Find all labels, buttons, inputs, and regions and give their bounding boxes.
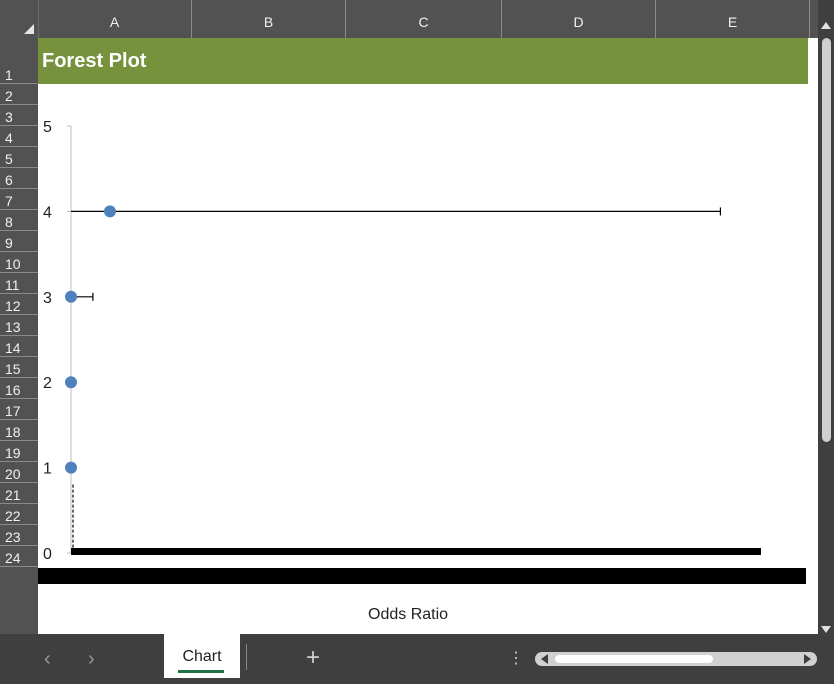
select-all-triangle-icon [24,24,34,34]
y-tick-label: 1 [43,461,52,478]
scroll-left-icon[interactable] [541,654,548,664]
row-label: 3 [5,109,13,125]
add-sheet-icon[interactable]: + [306,644,320,672]
column-label: B [263,14,274,30]
worksheet-grid[interactable]: Forest Plot 0 1 2 3 4 5 Odds Ratio [38,38,818,634]
column-header-c[interactable]: C [346,0,502,38]
x-axis-title: Odds Ratio [368,606,448,623]
y-tick-label: 2 [43,375,52,392]
x-tick-labels-overlap [38,568,806,584]
row-label: 5 [5,151,13,167]
horizontal-scrollbar[interactable] [535,652,817,666]
row-header: 1 2 3 4 5 6 7 8 9 10 11 12 13 14 15 16 17 18 19 20 21 22 23 24 [0,38,38,634]
select-all-corner[interactable] [0,0,39,38]
row-header-4[interactable]: 4 [0,126,38,147]
scroll-down-icon[interactable] [821,626,831,633]
row-label: 13 [5,319,21,335]
row-label: 10 [5,256,21,272]
row-header-22[interactable]: 22 [0,504,38,525]
row-header-9[interactable]: 9 [0,231,38,252]
tab-chart[interactable]: Chart [164,634,240,678]
row-label: 1 [5,67,13,83]
data-point [103,205,116,218]
row-header-15[interactable]: 15 [0,357,38,378]
title-cell[interactable]: Forest Plot [38,38,808,84]
column-header-e[interactable]: E [656,0,810,38]
column-header-d[interactable]: D [502,0,656,38]
row-label: 23 [5,529,21,545]
row-label: 17 [5,403,21,419]
more-options-icon[interactable]: ⋮ [508,648,524,668]
tab-label: Chart [182,648,222,665]
column-label: A [109,14,120,30]
row-label: 7 [5,193,13,209]
next-sheet-icon[interactable]: › [88,648,95,671]
data-point [65,376,77,389]
scroll-right-icon[interactable] [804,654,811,664]
column-label: C [418,14,429,30]
row-header-3[interactable]: 3 [0,105,38,126]
row-label: 18 [5,424,21,440]
row-header-1[interactable]: 1 [0,38,38,84]
column-label: E [727,14,738,30]
row-label: 22 [5,508,21,524]
column-header: A B C D E [0,0,818,38]
row-header-17[interactable]: 17 [0,399,38,420]
y-tick-label: 5 [43,119,52,136]
y-tick-label: 4 [43,204,52,221]
row-header-14[interactable]: 14 [0,336,38,357]
row-header-18[interactable]: 18 [0,420,38,441]
y-tick-label: 3 [43,290,52,307]
horizontal-scroll-thumb[interactable] [555,655,713,663]
data-point [65,461,77,474]
row-label: 16 [5,382,21,398]
row-label: 12 [5,298,21,314]
vertical-scroll-thumb[interactable] [822,38,831,442]
column-label: D [573,14,584,30]
sheet-title: Forest Plot [42,50,147,72]
row-header-5[interactable]: 5 [0,147,38,168]
active-tab-indicator [178,670,224,673]
row-label: 11 [5,277,20,293]
spreadsheet-window: A B C D E 1 2 3 4 5 6 7 8 9 10 11 12 13 14 15 16 17 18 19 2… [0,0,834,684]
row-label: 8 [5,214,13,230]
data-point [65,290,77,303]
row-label: 6 [5,172,13,188]
row-header-6[interactable]: 6 [0,168,38,189]
column-header-a[interactable]: A [38,0,192,38]
row-header-21[interactable]: 21 [0,483,38,504]
forest-plot-chart[interactable]: 0 1 2 3 4 5 Odds Ratio [38,84,818,634]
column-header-b[interactable]: B [192,0,346,38]
prev-sheet-icon[interactable]: ‹ [44,648,51,671]
row-header-7[interactable]: 7 [0,189,38,210]
row-label: 19 [5,445,21,461]
vertical-scrollbar[interactable] [818,0,834,634]
row-label: 24 [5,550,21,566]
row-label: 15 [5,361,21,377]
sheet-tab-bar: ‹ › Chart + ⋮ [0,634,834,684]
row-header-20[interactable]: 20 [0,462,38,483]
row-header-12[interactable]: 12 [0,294,38,315]
row-header-19[interactable]: 19 [0,441,38,462]
scroll-up-icon[interactable] [821,22,831,29]
row-label: 4 [5,130,13,146]
row-header-23[interactable]: 23 [0,525,38,546]
tab-divider [246,644,247,670]
row-header-11[interactable]: 11 [0,273,38,294]
row-label: 2 [5,88,13,104]
row-label: 14 [5,340,21,356]
y-tick-label: 0 [43,546,52,563]
row-label: 21 [5,487,21,503]
row-label: 9 [5,235,13,251]
row-label: 20 [5,466,21,482]
row-header-8[interactable]: 8 [0,210,38,231]
row-header-13[interactable]: 13 [0,315,38,336]
row-header-10[interactable]: 10 [0,252,38,273]
row-header-24[interactable]: 24 [0,546,38,567]
x-axis-line [71,548,761,555]
row-header-16[interactable]: 16 [0,378,38,399]
row-header-2[interactable]: 2 [0,84,38,105]
